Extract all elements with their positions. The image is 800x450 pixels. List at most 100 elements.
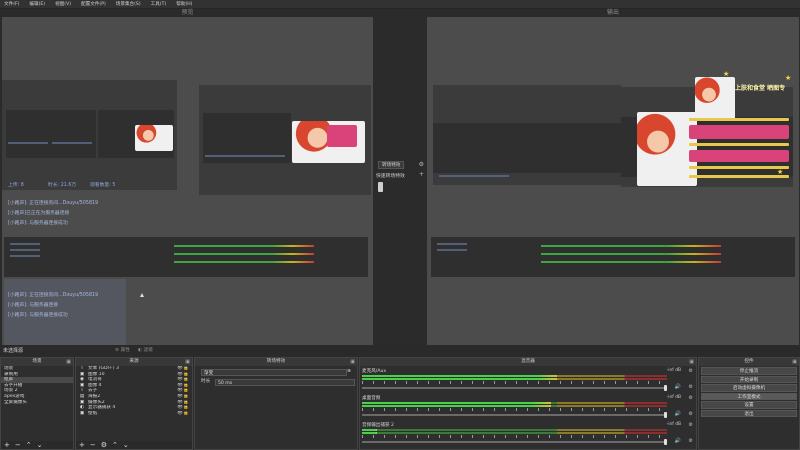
transition-button[interactable]: 转场特效 — [378, 161, 405, 169]
gear-icon[interactable]: ⚙ — [689, 422, 693, 428]
control-button[interactable]: 工作室模式 — [701, 392, 797, 400]
plus-icon[interactable]: + — [419, 171, 424, 178]
volume-fader[interactable] — [362, 412, 667, 418]
no-source-selected: 未选择源 — [3, 348, 24, 354]
plus-icon[interactable]: ⊕ — [347, 368, 351, 376]
mixer-channel: 音频输出捕获 2 -inf dB ⚙ 🔊 ⚙ — [362, 422, 695, 447]
source-label: 去子 — [88, 388, 98, 394]
remove-icon[interactable]: − — [90, 441, 96, 449]
transition-slider[interactable] — [378, 182, 383, 192]
source-label: 图像 10 — [88, 371, 105, 377]
studio-transition-controls: 转场特效 ⚙ 快速转场特效 + — [374, 155, 426, 195]
meter-fill — [362, 405, 552, 407]
lock-icon[interactable]: 🔒 — [183, 411, 189, 417]
sources-title: 来源 ▣ — [76, 358, 192, 366]
controls-title: 控件 ▣ — [699, 358, 799, 366]
preview-canvas[interactable]: 上传: 8 时长: 21.6万 观看数量: 5 [小路声]: 正在连接房间...… — [2, 17, 373, 345]
meter-fill — [362, 378, 558, 380]
menu-edit[interactable]: 编辑(E) — [29, 1, 45, 7]
gear-icon[interactable]: ⚙ — [689, 438, 693, 444]
control-button[interactable]: 启动虚拟摄像机 — [701, 384, 797, 392]
up-icon[interactable]: ⌃ — [112, 441, 118, 449]
speaker-icon[interactable]: 🔊 — [675, 384, 681, 390]
transition-select[interactable]: 渐变 — [201, 369, 347, 376]
gear-icon[interactable]: ⚙ — [101, 441, 107, 449]
menu-help[interactable]: 帮助(H) — [176, 1, 192, 7]
stat-duration: 时长: 21.6万 — [48, 183, 77, 188]
program-anime-art — [637, 112, 697, 186]
gear-icon[interactable]: ⚙ — [689, 395, 693, 401]
source-label: 电流哥 — [88, 377, 102, 383]
undock-icon[interactable]: ▣ — [792, 358, 797, 366]
log-line-2: [小路声]已正在为服务器连接 — [8, 211, 70, 216]
source-toolbar: 未选择源 ⚙ 属性 ◐ 滤镜 — [0, 345, 800, 356]
volume-fader[interactable] — [362, 439, 667, 445]
control-button[interactable]: 退出 — [701, 409, 797, 417]
gear-icon[interactable]: ⚙ — [689, 384, 693, 390]
scenes-dock: 场景 ▣ 场景 录制用 抠屏 去字开播 场景 2 apex游戏 全屏摄像头 + − ⌃ ⌄ — [0, 357, 74, 450]
source-label: 显示器捕获 4 — [88, 405, 116, 411]
star-icon: ★ — [777, 168, 784, 176]
undock-icon[interactable]: ▣ — [689, 358, 694, 366]
undock-icon[interactable]: ▣ — [350, 358, 355, 366]
scenes-toolbar: + − ⌃ ⌄ — [1, 441, 73, 449]
duration-label: 时长 — [201, 379, 211, 384]
program-overlay-title: 上肤和食堂 晒图专 — [735, 85, 786, 92]
channel-db: -inf dB — [666, 422, 681, 427]
menu-bar: 文件(F) 编辑(E) 视图(V) 配置文件(P) 场景集合(S) 工具(T) … — [0, 0, 800, 9]
filters-button[interactable]: ◐ 滤镜 — [138, 347, 153, 354]
down-icon[interactable]: ⌄ — [123, 441, 129, 449]
control-button[interactable]: 停止推流 — [701, 367, 797, 375]
add-icon[interactable]: + — [79, 441, 85, 449]
program-anime-head — [695, 77, 735, 121]
properties-button[interactable]: ⚙ 属性 — [115, 347, 130, 354]
undock-icon[interactable]: ▣ — [185, 358, 190, 366]
fader-knob[interactable] — [664, 439, 667, 445]
fader-knob[interactable] — [664, 385, 667, 391]
level-meter — [362, 405, 667, 407]
undock-icon[interactable]: ▣ — [66, 358, 71, 366]
scenes-list: 场景 录制用 抠屏 去字开播 场景 2 apex游戏 全屏摄像头 — [1, 366, 73, 405]
source-label: 摄像头2 — [88, 399, 105, 405]
meter-ticks — [362, 435, 667, 438]
meter-ticks — [362, 381, 667, 384]
menu-view[interactable]: 视图(V) — [55, 1, 71, 7]
volume-fader[interactable] — [362, 385, 667, 391]
up-icon[interactable]: ⌃ — [26, 441, 32, 449]
eye-icon[interactable]: 👁 — [177, 411, 183, 417]
down-icon[interactable]: ⌄ — [37, 441, 43, 449]
mouse-cursor — [140, 293, 144, 297]
menu-file[interactable]: 文件(F) — [4, 1, 19, 7]
control-button[interactable]: 设置 — [701, 401, 797, 409]
level-meter — [362, 432, 667, 434]
gear-icon[interactable]: ⚙ — [689, 411, 693, 417]
overlay-pink-panel — [689, 125, 789, 139]
log2-line-3: [小路声]: 与服务器连接成功 — [8, 313, 68, 318]
gear-icon[interactable]: ⚙ — [689, 368, 693, 374]
speaker-icon[interactable]: 🔊 — [675, 438, 681, 444]
source-label: 文本 (GDI+) 3 — [88, 366, 119, 371]
mixer-title: 混音器 ▣ — [360, 358, 696, 366]
channel-name: 麦克风/Aux — [362, 369, 387, 374]
star-icon: ★ — [723, 70, 730, 78]
speaker-icon[interactable]: 🔊 — [675, 411, 681, 417]
quick-transition-label: 快速转场特效 — [376, 174, 405, 179]
gear-icon[interactable]: ⚙ — [419, 161, 424, 168]
nested-scene-left — [2, 80, 177, 190]
source-label: 壁纸 — [88, 410, 98, 416]
scene-item[interactable]: 全屏摄像头 — [1, 400, 73, 406]
remove-icon[interactable]: − — [15, 441, 21, 449]
log-line-1: [小路声]: 正在连接房间...Douyu/505819 — [8, 201, 99, 206]
fader-knob[interactable] — [664, 412, 667, 418]
duration-input[interactable]: 50 ms — [215, 379, 355, 386]
control-button[interactable]: 开始录制 — [701, 375, 797, 383]
menu-profile[interactable]: 配置文件(P) — [81, 1, 106, 7]
source-item[interactable]: ▣ 壁纸 👁 🔒 — [76, 411, 192, 417]
add-icon[interactable]: + — [4, 441, 10, 449]
menu-tools[interactable]: 工具(T) — [151, 1, 167, 7]
stat-upload: 上传: 8 — [8, 183, 24, 188]
menu-scene-collection[interactable]: 场景集合(S) — [116, 1, 141, 7]
nested-art — [135, 125, 173, 151]
meter-fill — [362, 402, 552, 404]
preview-title: 预览 — [181, 9, 194, 16]
